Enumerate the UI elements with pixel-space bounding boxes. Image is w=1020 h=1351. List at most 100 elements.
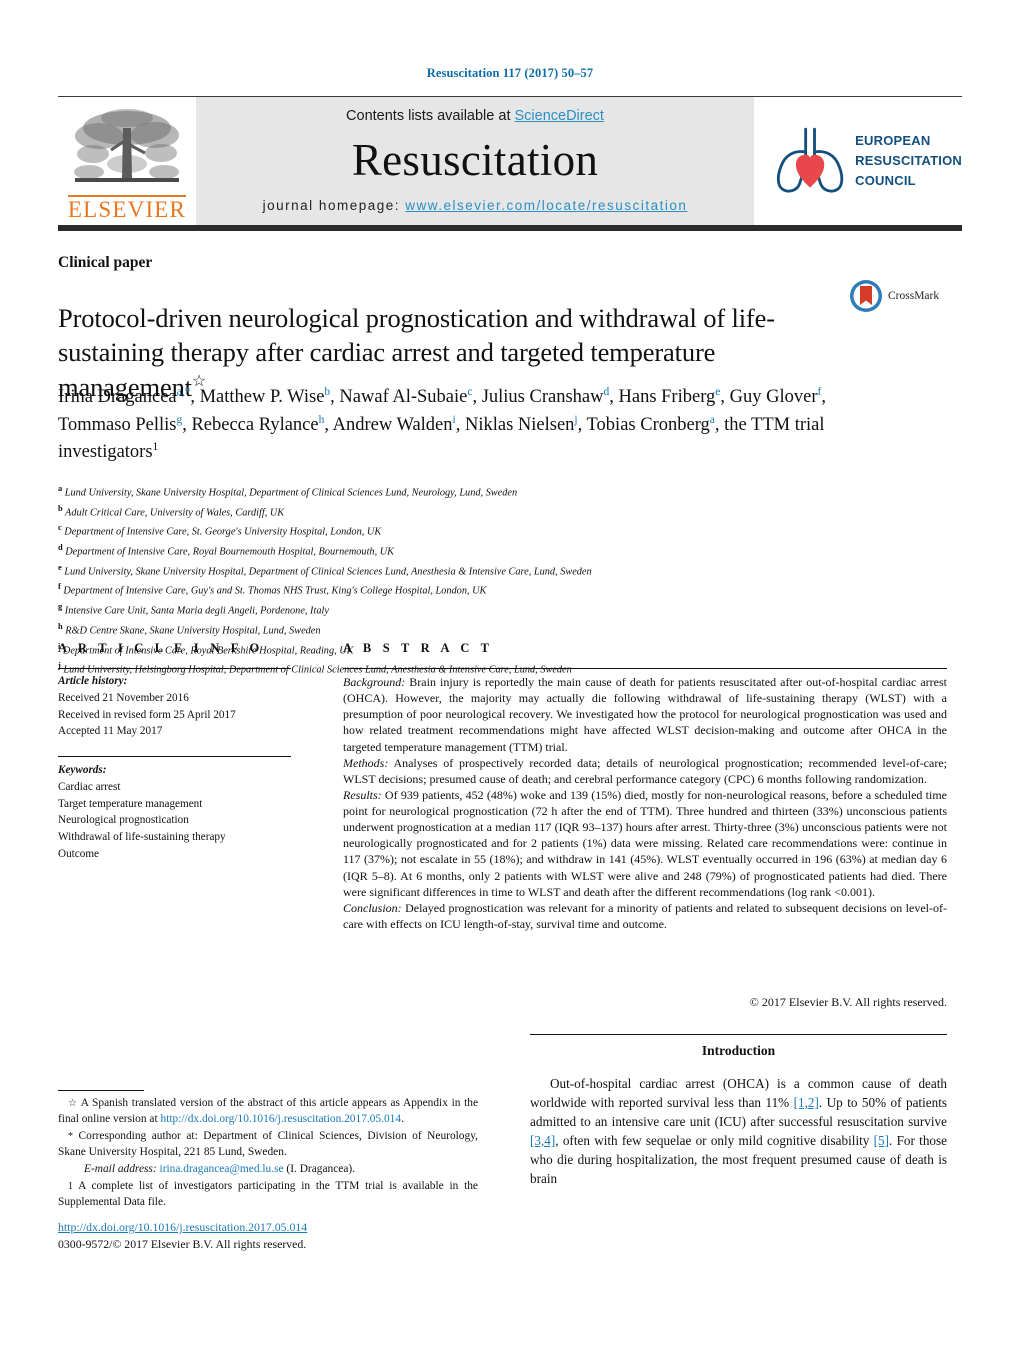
author-name: Nawaf Al-Subaie bbox=[339, 387, 468, 408]
author-affiliation-mark: g bbox=[176, 413, 183, 426]
doi-block: http://dx.doi.org/10.1016/j.resuscitatio… bbox=[58, 1219, 488, 1253]
footnote-star: ☆ A Spanish translated version of the ab… bbox=[58, 1096, 478, 1128]
erc-line-3: COUNCIL bbox=[855, 173, 916, 189]
author-name: Matthew P. Wise bbox=[199, 387, 325, 408]
erc-logo: EUROPEAN RESUSCITATION COUNCIL bbox=[762, 97, 962, 225]
erc-wordmark: EUROPEAN RESUSCITATION COUNCIL bbox=[855, 131, 962, 191]
footnote-star-mark: ☆ bbox=[68, 1098, 78, 1109]
journal-band: Contents lists available at ScienceDirec… bbox=[196, 97, 754, 225]
journal-title: Resuscitation bbox=[351, 135, 599, 186]
elsevier-tree-icon bbox=[74, 109, 179, 182]
contents-prefix: Contents lists available at bbox=[346, 108, 515, 124]
article-doi-link[interactable]: http://dx.doi.org/10.1016/j.resuscitatio… bbox=[58, 1220, 307, 1234]
article-type-label: Clinical paper bbox=[58, 254, 153, 271]
email-label: E-mail address: bbox=[84, 1162, 157, 1175]
affiliation-mark: b bbox=[58, 503, 63, 513]
abstract-methods-text: Analyses of prospectively recorded data;… bbox=[343, 755, 947, 786]
abstract-conclusion: Conclusion: Delayed prognostication was … bbox=[343, 900, 947, 932]
affiliation-item: a Lund University, Skane University Hosp… bbox=[58, 484, 518, 499]
homepage-line: journal homepage: www.elsevier.com/locat… bbox=[263, 198, 688, 213]
affiliation-mark: d bbox=[58, 543, 63, 553]
citation-ref-2[interactable]: [3,4] bbox=[530, 1133, 555, 1148]
introduction-paragraph: Out-of-hospital cardiac arrest (OHCA) is… bbox=[530, 1074, 947, 1188]
abstract-background-label: Background: bbox=[343, 675, 406, 689]
footnote-rule bbox=[58, 1090, 144, 1091]
footnote-block: ☆ A Spanish translated version of the ab… bbox=[58, 1096, 478, 1212]
author-name: Guy Glover bbox=[729, 387, 818, 408]
footnote-doi-link[interactable]: http://dx.doi.org/10.1016/j.resuscitatio… bbox=[161, 1113, 402, 1125]
running-head: Resuscitation 117 (2017) 50–57 bbox=[426, 66, 594, 80]
author-affiliation-mark: h bbox=[318, 413, 325, 426]
introduction-rule bbox=[530, 1034, 947, 1035]
author-affiliation-mark: a bbox=[709, 413, 715, 426]
intro-text-3: , often with few sequelae or only mild c… bbox=[555, 1133, 874, 1148]
journal-homepage-link[interactable]: www.elsevier.com/locate/resuscitation bbox=[405, 198, 687, 213]
author-name: Andrew Walden bbox=[332, 414, 453, 435]
elsevier-wordmark: ELSEVIER bbox=[67, 195, 187, 222]
author-name: Niklas Nielsen bbox=[464, 414, 575, 435]
contents-line: Contents lists available at ScienceDirec… bbox=[346, 108, 604, 124]
keyword-item: Withdrawal of life-sustaining therapy bbox=[58, 831, 226, 844]
author-name: Tobias Cronberg bbox=[586, 414, 710, 435]
keyword-item: Neurological prognostication bbox=[58, 814, 189, 827]
abstract-background: Background: Brain injury is reportedly t… bbox=[343, 674, 947, 755]
email-suffix: (I. Dragancea). bbox=[283, 1162, 356, 1175]
affiliation-item: g Intensive Care Unit, Santa Maria degli… bbox=[58, 602, 329, 617]
abstract-results: Results: Of 939 patients, 452 (48%) woke… bbox=[343, 787, 947, 900]
affiliation-item: d Department of Intensive Care, Royal Bo… bbox=[58, 543, 395, 558]
email-link[interactable]: irina.dragancea@med.lu.se bbox=[160, 1163, 284, 1175]
abstract-body: Background: Brain injury is reportedly t… bbox=[343, 674, 947, 932]
article-info-heading: A R T I C L E I N F O bbox=[58, 641, 264, 655]
keyword-item: Target temperature management bbox=[58, 797, 203, 810]
footnote-email: E-mail address: irina.dragancea@med.lu.s… bbox=[58, 1162, 478, 1178]
author-affiliation-mark: d bbox=[603, 386, 610, 398]
keywords-label: Keywords: bbox=[58, 764, 107, 776]
erc-line-2: RESUSCITATION bbox=[855, 152, 962, 168]
citation-ref-1[interactable]: [1,2] bbox=[794, 1095, 819, 1110]
crossmark-badge[interactable]: CrossMark bbox=[849, 279, 939, 313]
issn-copyright: 0300-9572/© 2017 Elsevier B.V. All right… bbox=[58, 1236, 307, 1251]
paper-page: Resuscitation 117 (2017) 50–57 ELSEVIER … bbox=[0, 0, 1020, 1351]
abstract-background-text: Brain injury is reportedly the main caus… bbox=[343, 675, 947, 754]
elsevier-logo: ELSEVIER bbox=[58, 97, 196, 225]
article-history-item: Accepted 11 May 2017 bbox=[58, 725, 163, 738]
author-affiliation-mark: j bbox=[574, 413, 578, 426]
author-affiliation-mark: e bbox=[715, 386, 721, 398]
abstract-methods: Methods: Analyses of prospectively recor… bbox=[343, 755, 947, 787]
journal-masthead: ELSEVIER Contents lists available at Sci… bbox=[58, 96, 962, 231]
introduction-body: Out-of-hospital cardiac arrest (OHCA) is… bbox=[530, 1074, 947, 1188]
author-affiliation-mark: f bbox=[817, 386, 822, 398]
affiliation-mark: e bbox=[58, 562, 62, 572]
crossmark-icon bbox=[850, 280, 882, 312]
sciencedirect-link[interactable]: ScienceDirect bbox=[515, 108, 604, 124]
citation-ref-3[interactable]: [5] bbox=[874, 1133, 889, 1148]
article-info-rule-top bbox=[58, 668, 291, 669]
affiliation-item: e Lund University, Skane University Hosp… bbox=[58, 562, 592, 578]
abstract-rule bbox=[343, 668, 947, 669]
abstract-copyright: © 2017 Elsevier B.V. All rights reserved… bbox=[749, 995, 947, 1009]
footnote-one: 1 A complete list of investigators parti… bbox=[58, 1179, 478, 1211]
footnote-one-text: A complete list of investigators partici… bbox=[58, 1179, 478, 1208]
article-history: Article history: Received 21 November 20… bbox=[58, 673, 298, 740]
abstract-conclusion-label: Conclusion: bbox=[343, 900, 402, 915]
abstract-methods-label: Methods: bbox=[343, 755, 389, 770]
crossmark-label: CrossMark bbox=[888, 290, 940, 302]
homepage-prefix: journal homepage: bbox=[262, 197, 406, 213]
author-affiliation-mark: b bbox=[324, 386, 331, 398]
abstract-conclusion-text: Delayed prognostication was relevant for… bbox=[343, 900, 947, 931]
affiliation-mark: h bbox=[58, 621, 63, 631]
affiliation-mark: c bbox=[58, 523, 62, 533]
keyword-item: Cardiac arrest bbox=[58, 780, 121, 793]
author-affiliation-mark: i bbox=[452, 413, 456, 426]
author-affiliation-mark: a,* bbox=[176, 386, 191, 398]
footnote-star-post: . bbox=[401, 1112, 404, 1125]
author-affiliation-mark: c bbox=[467, 386, 473, 398]
abstract-heading: A B S T R A C T bbox=[343, 641, 494, 655]
erc-lungs-heart-icon bbox=[776, 127, 844, 193]
author-name: Julius Cranshaw bbox=[481, 387, 604, 408]
article-history-label: Article history: bbox=[58, 675, 128, 687]
masthead-bottom-rule bbox=[58, 225, 962, 231]
affiliation-mark: g bbox=[58, 602, 63, 612]
affiliation-mark: a bbox=[58, 484, 63, 493]
affiliation-item: f Department of Intensive Care, Guy's an… bbox=[58, 582, 487, 597]
